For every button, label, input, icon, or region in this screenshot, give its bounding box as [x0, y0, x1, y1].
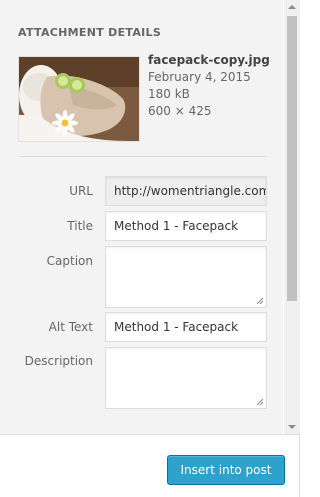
- scroll-up-arrow-icon[interactable]: [288, 5, 296, 9]
- url-label: URL: [69, 184, 93, 198]
- section-divider: [18, 156, 267, 157]
- attachment-upload-date: February 4, 2015: [148, 70, 251, 84]
- attachment-thumbnail: [18, 56, 140, 142]
- attachment-dimensions: 600 × 425: [148, 104, 212, 118]
- insert-into-post-button[interactable]: Insert into post: [167, 455, 285, 485]
- alt-text-label: Alt Text: [48, 320, 93, 334]
- caption-label: Caption: [46, 254, 93, 268]
- title-field[interactable]: Method 1 - Facepack: [105, 211, 267, 241]
- attachment-file-size: 180 kB: [148, 87, 190, 101]
- attachment-file-info: facepack-copy.jpg February 4, 2015 180 k…: [148, 52, 270, 120]
- media-modal-sidebar: ATTACHMENT DETAILS facepack-copy.jpg Feb…: [0, 0, 300, 497]
- attachment-details-heading: ATTACHMENT DETAILS: [18, 26, 162, 39]
- modal-toolbar: Insert into post: [0, 434, 299, 497]
- caption-textarea[interactable]: [105, 246, 267, 308]
- resize-grip-icon[interactable]: [256, 297, 264, 305]
- scrollbar-thumb[interactable]: [287, 16, 297, 301]
- resize-grip-icon[interactable]: [256, 398, 264, 406]
- url-field[interactable]: http://womentriangle.com/wp-content/uplo…: [105, 176, 267, 206]
- attachment-filename: facepack-copy.jpg: [148, 53, 270, 67]
- alt-text-field[interactable]: Method 1 - Facepack: [105, 312, 267, 342]
- attachment-details-panel: ATTACHMENT DETAILS facepack-copy.jpg Feb…: [0, 0, 283, 434]
- description-textarea[interactable]: [105, 347, 267, 409]
- description-label: Description: [24, 354, 93, 368]
- vertical-scrollbar[interactable]: [284, 0, 300, 434]
- scroll-down-arrow-icon[interactable]: [288, 425, 296, 429]
- title-label: Title: [67, 219, 93, 233]
